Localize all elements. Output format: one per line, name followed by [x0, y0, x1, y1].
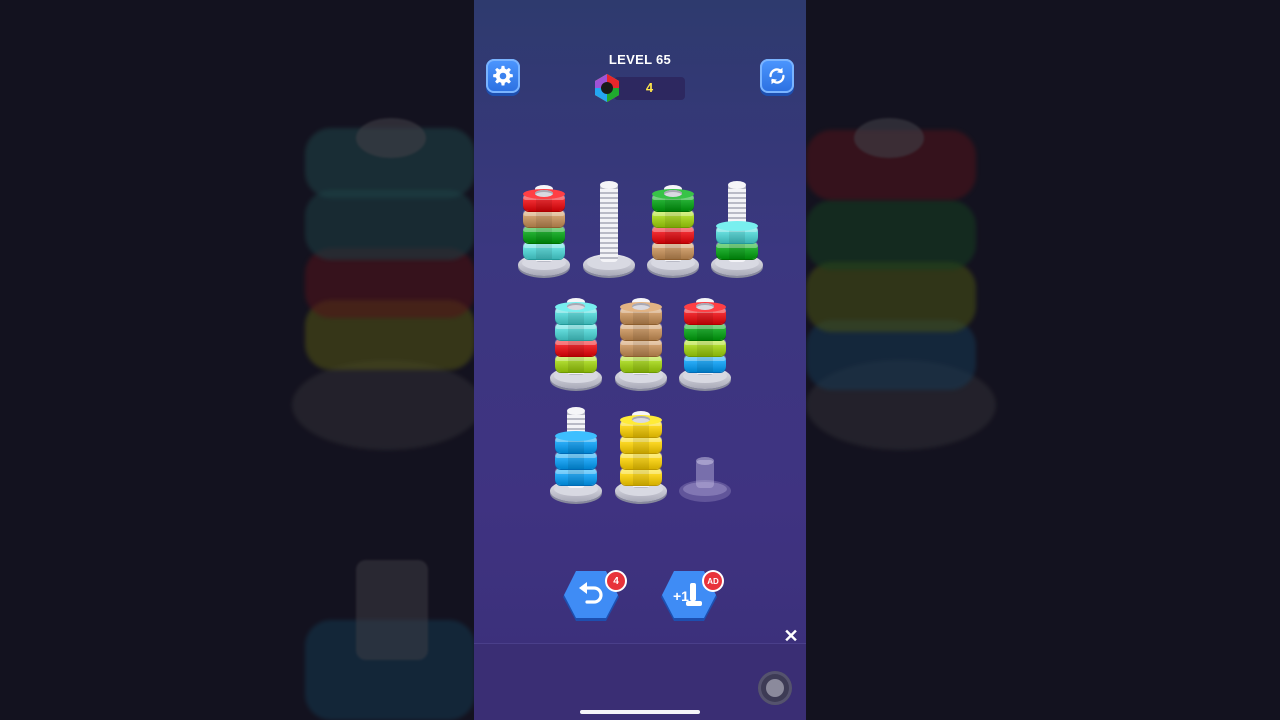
ad-banner-area — [474, 643, 806, 720]
nut-lime — [652, 210, 694, 227]
coin-count: 4 — [645, 80, 654, 95]
level-title: LEVEL 65 — [608, 52, 672, 67]
nut-tan — [620, 323, 662, 340]
bolt[interactable] — [614, 402, 668, 502]
undo-count-badge: 4 — [607, 572, 625, 590]
nut-tan — [620, 339, 662, 356]
nut-green — [523, 226, 565, 243]
bolt[interactable] — [517, 176, 571, 276]
bolt[interactable] — [582, 176, 636, 276]
bolt-head — [535, 190, 553, 197]
bolt-head — [632, 303, 650, 310]
nut-tan — [652, 242, 694, 259]
nut-red — [652, 226, 694, 243]
nut-yellow — [620, 436, 662, 453]
bolt[interactable] — [549, 289, 603, 389]
bolt[interactable] — [549, 402, 603, 502]
nut-blue — [555, 452, 597, 469]
bolt[interactable] — [646, 176, 700, 276]
undo-button[interactable]: 4 — [562, 571, 625, 623]
background-right — [806, 0, 1280, 720]
nut-cyan — [555, 323, 597, 340]
bolt[interactable] — [678, 289, 732, 389]
nut-blue — [684, 355, 726, 372]
hex-coin-icon — [595, 74, 619, 102]
game-screen: LEVEL 65 4 4 +1 AD ✕ — [474, 0, 806, 720]
nut-top-face — [555, 431, 597, 441]
nut-top-face — [716, 221, 758, 231]
bolt-rod-cap — [728, 181, 746, 189]
bolt[interactable] — [710, 176, 764, 276]
background-left — [0, 0, 474, 720]
gear-icon — [493, 65, 513, 86]
refresh-icon — [769, 67, 785, 85]
nut-lime — [684, 339, 726, 356]
nut-cyan — [523, 242, 565, 259]
bolt-rod-cap — [567, 407, 585, 415]
nut-green — [684, 323, 726, 340]
bolt-head — [664, 190, 682, 197]
bolt-rod-cap — [696, 457, 714, 465]
add-bolt-button[interactable]: +1 AD — [660, 571, 722, 623]
add-bolt-icon: +1 — [673, 583, 702, 606]
bolt-head — [632, 416, 650, 423]
nut-lime — [620, 355, 662, 372]
bolt-rod-cap — [600, 181, 618, 189]
restart-button[interactable] — [760, 59, 794, 93]
nut-yellow — [620, 452, 662, 469]
nut-red — [555, 339, 597, 356]
nut-blue — [555, 468, 597, 485]
ad-badge: AD — [704, 572, 722, 590]
bolt[interactable] — [614, 289, 668, 389]
nut-yellow — [620, 468, 662, 485]
nut-tan — [523, 210, 565, 227]
bolt-head — [696, 303, 714, 310]
assistive-touch-button[interactable] — [758, 671, 792, 705]
empty-bolt-slot[interactable] — [678, 402, 732, 502]
bolt-head — [567, 303, 585, 310]
settings-button[interactable] — [486, 59, 520, 93]
nut-green — [716, 242, 758, 259]
undo-icon — [579, 582, 603, 604]
nut-lime — [555, 355, 597, 372]
bolt-rod — [600, 184, 618, 262]
close-icon[interactable]: ✕ — [781, 626, 801, 646]
home-indicator — [580, 710, 700, 714]
